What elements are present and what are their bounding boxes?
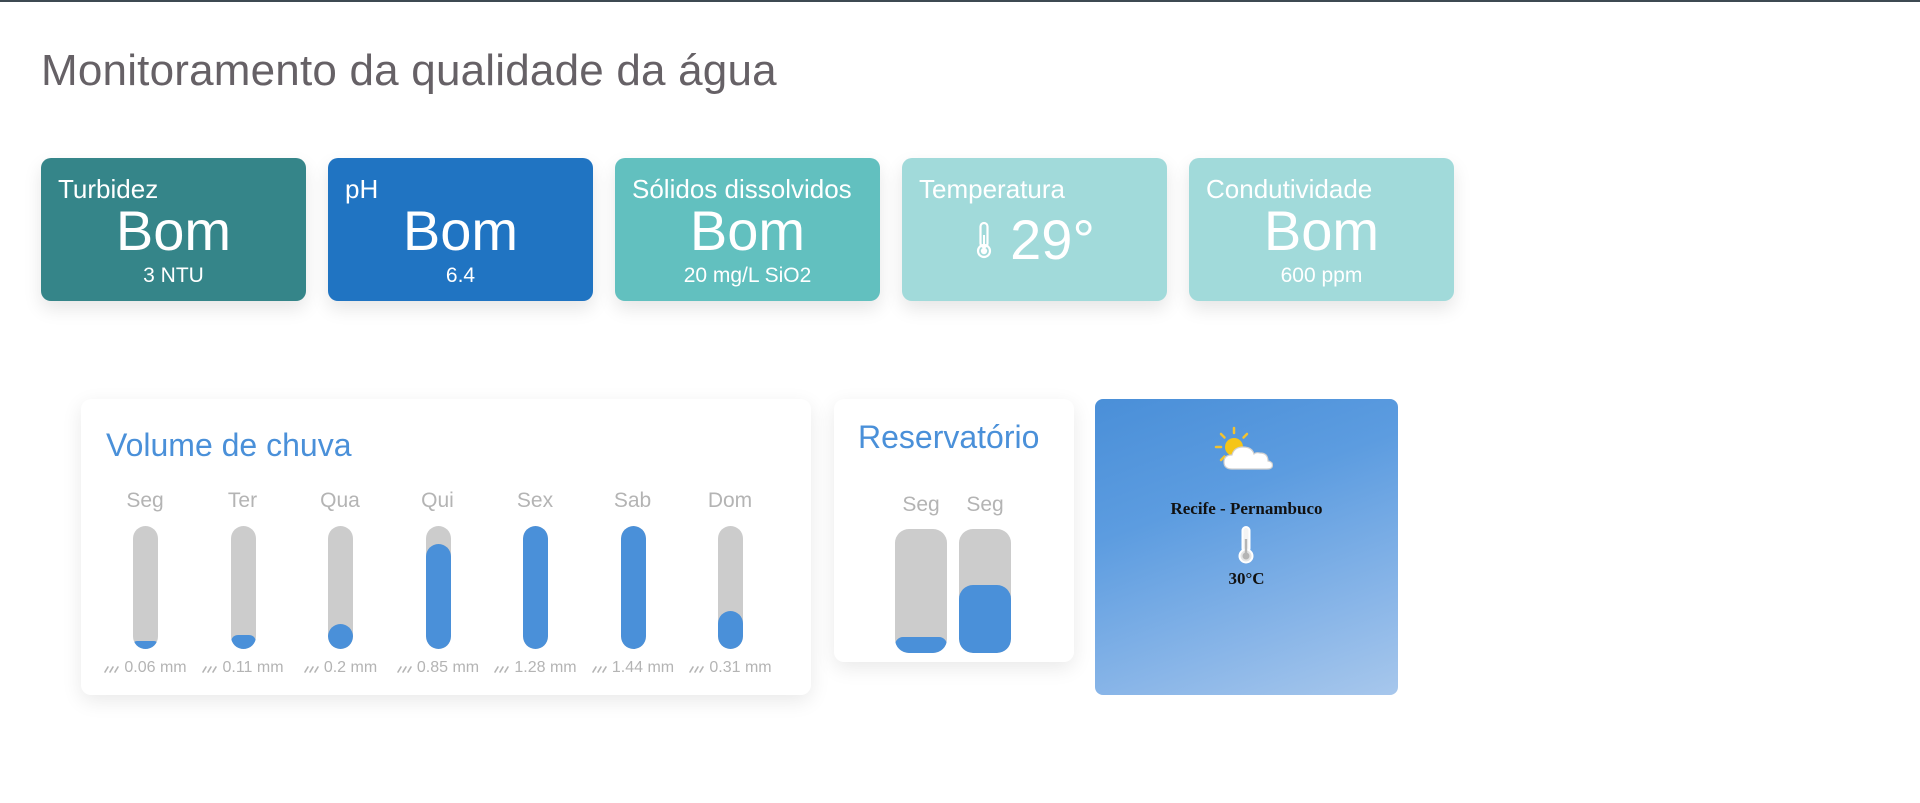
reservoir-title: Reservatório — [858, 419, 1040, 455]
rain-day-label: Qua — [320, 489, 360, 512]
rain-bar-track — [620, 526, 646, 649]
rain-bar-track — [718, 526, 743, 649]
rain-icon — [202, 665, 218, 673]
rain-volume-title: Volume de chuva — [106, 427, 352, 463]
rain-day-label: Dom — [707, 489, 753, 512]
reservoir-bar-track — [959, 529, 1011, 653]
rain-icon — [397, 665, 412, 673]
reservoir-label: Seg — [902, 493, 940, 516]
rain-bar-track — [133, 526, 158, 649]
card-conductivity[interactable]: Condutividade Bom 600 ppm — [1189, 158, 1454, 301]
card-status: Bom — [402, 199, 519, 262]
card-label: pH — [345, 174, 379, 204]
rain-icon — [494, 665, 510, 673]
reservoir-bar-fill — [959, 585, 1011, 653]
rain-bar-fill — [523, 526, 548, 649]
rain-bar-fill — [230, 635, 256, 649]
temperature-value: 29° — [1010, 208, 1095, 271]
rain-day-amount-text: 1.28 mm — [514, 659, 577, 676]
rain-volume-panel: Volume de chuva Seg 0.06 mm Ter 0.11 mm Qua 0… — [81, 399, 811, 695]
rain-bar-track — [328, 526, 353, 649]
rain-bar-fill — [425, 544, 451, 649]
rain-day-label: Sex — [516, 489, 554, 512]
rain-day-amount: 1.28 mm — [485, 659, 585, 677]
rain-bar-fill — [620, 526, 646, 649]
weather-widget: Recife - Pernambuco 30°C — [1095, 399, 1398, 695]
rain-day-label: Seg — [126, 489, 164, 512]
rain-day-amount-text: 0.2 mm — [323, 659, 378, 676]
card-value: 600 ppm — [1280, 264, 1363, 287]
card-value: 20 mg/L SiO2 — [683, 264, 812, 287]
rain-bar-track — [523, 526, 548, 649]
rain-day-amount: 0.85 mm — [388, 659, 488, 677]
card-value: 6.4 — [445, 264, 476, 287]
weather-location: Recife - Pernambuco — [1170, 499, 1323, 518]
rain-icon — [304, 665, 319, 673]
card-status: Bom — [689, 199, 806, 262]
top-border — [0, 0, 1920, 2]
thermometer-icon — [977, 222, 992, 259]
reservoir-bar-track — [895, 529, 947, 653]
rain-day-amount: 0.11 mm — [193, 659, 293, 677]
rain-day-label: Ter — [227, 489, 258, 512]
rain-day-amount-text: 0.85 mm — [416, 659, 480, 676]
rain-bar-fill — [328, 624, 353, 649]
card-ph[interactable]: pH Bom 6.4 — [328, 158, 593, 301]
rain-day-label: Qui — [421, 489, 454, 512]
reservoir-bar-fill — [895, 637, 947, 653]
card-value: 3 NTU — [143, 264, 204, 287]
rain-icon — [104, 665, 120, 673]
card-status: Bom — [115, 199, 232, 262]
rain-icon — [689, 665, 705, 673]
metric-cards: Turbidez Bom 3 NTU pH Bom 6.4 Sólidos di… — [41, 158, 1454, 301]
card-turbidity[interactable]: Turbidez Bom 3 NTU — [41, 158, 306, 301]
weather-temperature: 30°C — [1228, 569, 1265, 588]
card-temperature-value: 29° — [902, 212, 1167, 268]
rain-bar-fill — [133, 641, 158, 649]
card-dissolved-solids[interactable]: Sólidos dissolvidos Bom 20 mg/L SiO2 — [615, 158, 880, 301]
rain-day-amount: 0.06 mm — [95, 659, 195, 677]
rain-day-amount-text: 0.11 mm — [222, 659, 284, 676]
rain-bar-track — [425, 526, 451, 649]
rain-day-label: Sab — [613, 489, 652, 512]
rain-day-amount-text: 1.44 mm — [611, 659, 675, 676]
reservoir-label: Seg — [966, 493, 1004, 516]
rain-day-amount: 0.2 mm — [290, 659, 390, 677]
card-label: Temperatura — [919, 174, 1065, 204]
card-temperature[interactable]: Temperatura 29° — [902, 158, 1167, 301]
partly-cloudy-icon — [1214, 426, 1274, 470]
page-title: Monitoramento da qualidade da água — [41, 46, 777, 95]
card-status: Bom — [1263, 199, 1380, 262]
thermometer-icon — [1238, 526, 1254, 564]
rain-bar-fill — [718, 611, 743, 649]
rain-day-amount-text: 0.31 mm — [709, 659, 772, 676]
rain-bar-track — [230, 526, 256, 649]
rain-day-amount: 0.31 mm — [680, 659, 780, 677]
reservoir-panel: Reservatório Seg Seg — [834, 399, 1074, 662]
rain-day-amount: 1.44 mm — [583, 659, 683, 677]
rain-icon — [592, 665, 607, 673]
rain-day-amount-text: 0.06 mm — [124, 659, 187, 676]
